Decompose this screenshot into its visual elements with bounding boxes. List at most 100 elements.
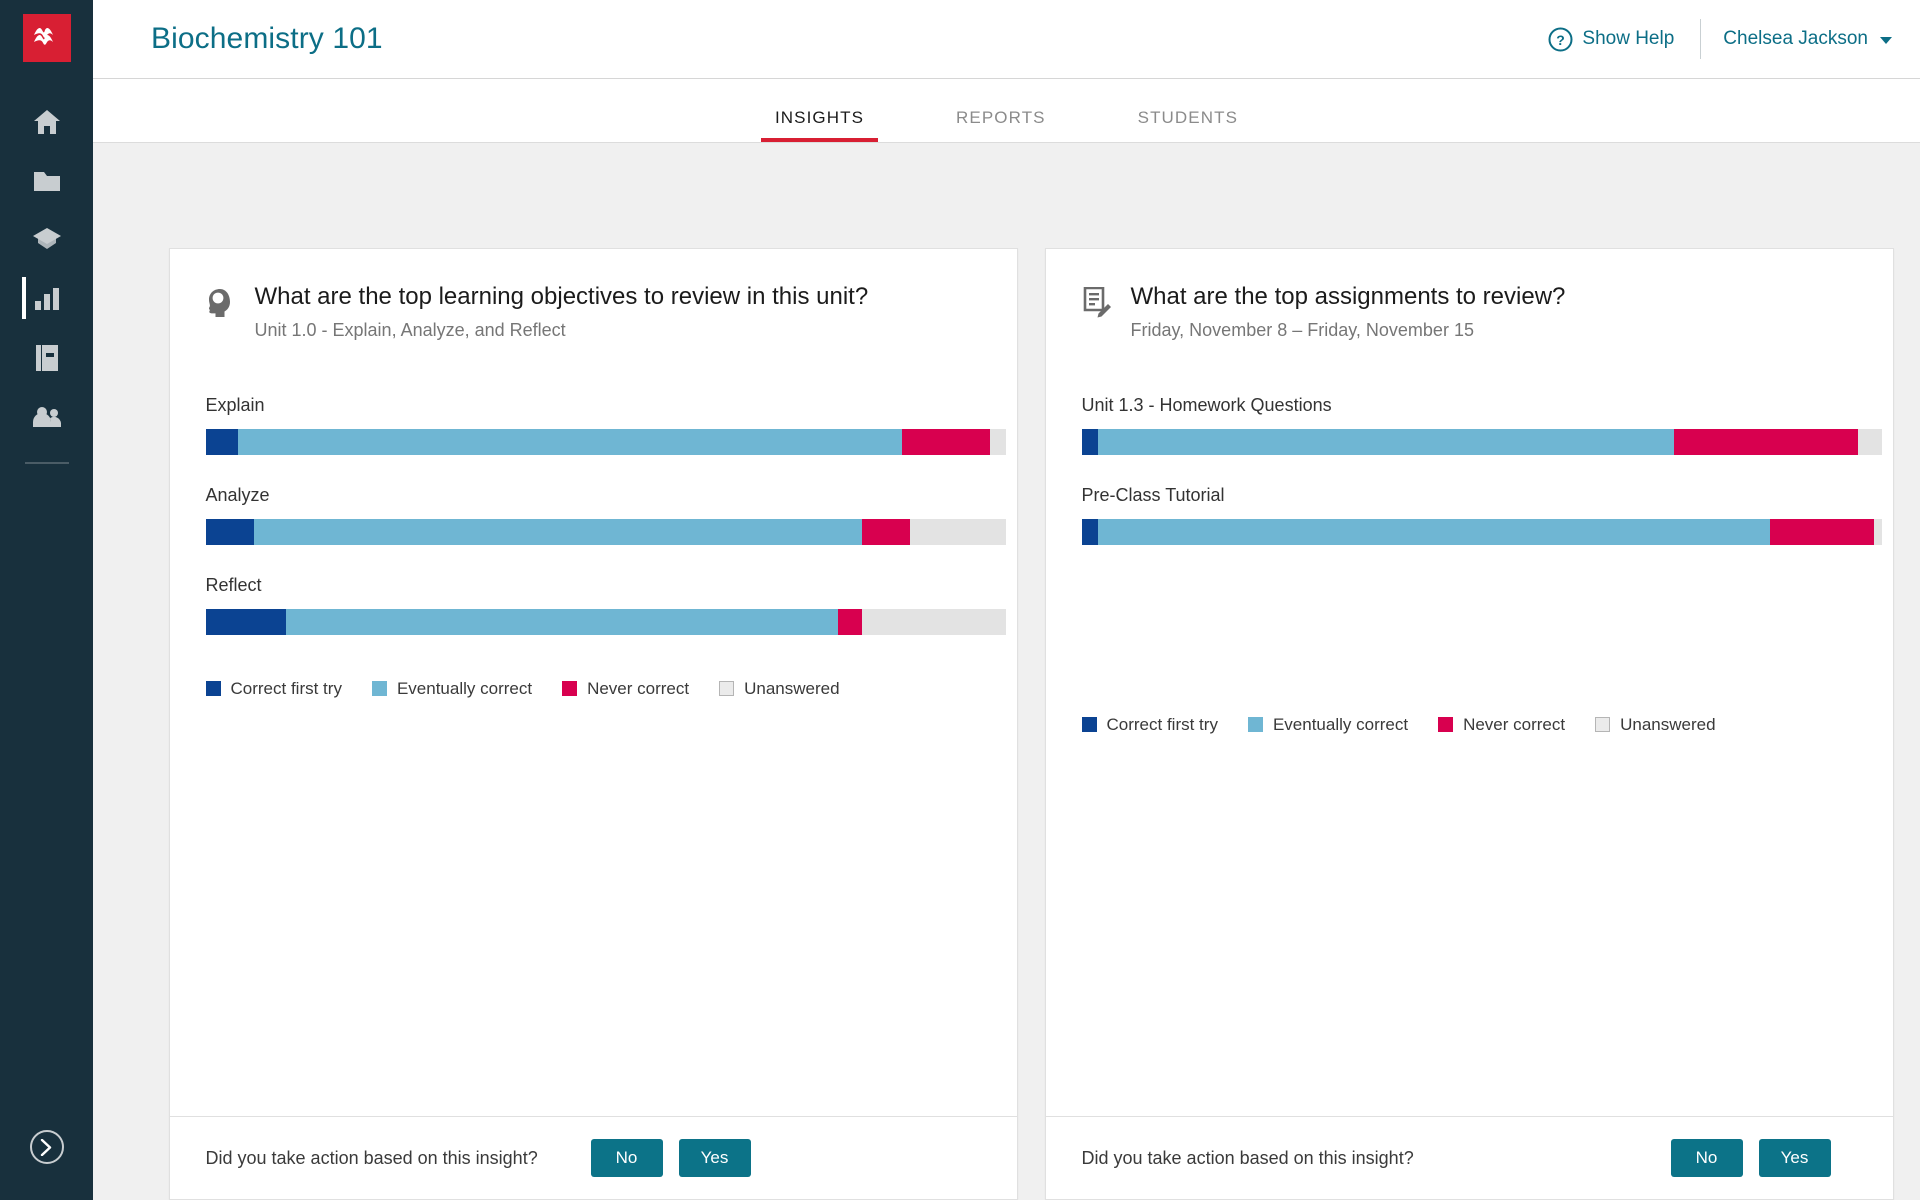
card-title: What are the top learning objectives to … bbox=[254, 283, 869, 310]
segment-never-correct bbox=[861, 518, 910, 545]
card-title: What are the top assignments to review? bbox=[1130, 283, 1566, 310]
legend-item-eventually-correct: Eventually correct bbox=[1247, 714, 1409, 735]
show-help-label: Show Help bbox=[1582, 28, 1675, 49]
legend-label: Eventually correct bbox=[1272, 714, 1409, 734]
legend-swatch-correct-first-try bbox=[205, 681, 221, 697]
action-yes-button[interactable]: Yes bbox=[1758, 1139, 1831, 1177]
bar-chart-icon bbox=[34, 287, 60, 311]
tab-insights[interactable]: INSIGHTS bbox=[760, 108, 879, 142]
legend-item-unanswered: Unanswered bbox=[1595, 714, 1716, 735]
stacked-bar[interactable] bbox=[205, 608, 1006, 635]
top-bar: Biochemistry 101 ? Show Help Chelsea Jac… bbox=[93, 0, 1920, 79]
action-prompt: Did you take action based on this insigh… bbox=[205, 1147, 538, 1168]
card-subtitle: Friday, November 8 – Friday, November 15 bbox=[1130, 319, 1474, 340]
legend-item-never-correct: Never correct bbox=[1438, 715, 1565, 735]
logo-container bbox=[0, 0, 93, 62]
legend-label: Correct first try bbox=[1106, 714, 1218, 734]
card-body: What are the top learning objectives to … bbox=[170, 249, 1017, 1116]
legend-swatch-never-correct bbox=[1438, 717, 1454, 733]
segment-correct-first-try bbox=[205, 518, 254, 545]
tab-bar: INSIGHTS REPORTS STUDENTS bbox=[93, 79, 1920, 143]
stacked-bar[interactable] bbox=[1081, 518, 1882, 545]
sidebar-item-home[interactable] bbox=[0, 92, 93, 151]
insight-cards: What are the top learning objectives to … bbox=[117, 248, 1897, 1200]
card-header: What are the top assignments to review? … bbox=[1082, 283, 1857, 341]
sidebar-item-ebook[interactable] bbox=[0, 328, 93, 387]
user-menu[interactable]: Chelsea Jackson bbox=[1723, 28, 1892, 50]
app-root: Biochemistry 101 ? Show Help Chelsea Jac… bbox=[0, 0, 1920, 1200]
segment-correct-first-try bbox=[1081, 518, 1098, 545]
legend-swatch-eventually-correct bbox=[371, 681, 387, 697]
sidebar-item-gradebook[interactable] bbox=[0, 210, 93, 269]
user-name: Chelsea Jackson bbox=[1723, 28, 1868, 49]
stacked-bar[interactable] bbox=[1081, 428, 1882, 455]
svg-text:?: ? bbox=[1557, 32, 1566, 48]
segment-never-correct bbox=[1769, 518, 1874, 545]
bar-group: Explain bbox=[205, 394, 1006, 455]
caret-down-icon bbox=[1880, 37, 1892, 44]
folder-icon bbox=[33, 169, 61, 193]
card-footer: Did you take action based on this insigh… bbox=[1045, 1116, 1893, 1199]
main-area: Biochemistry 101 ? Show Help Chelsea Jac… bbox=[93, 0, 1920, 1200]
card-heading-text: What are the top assignments to review? … bbox=[1131, 283, 1566, 341]
bar-label: Pre-Class Tutorial bbox=[1081, 484, 1225, 505]
question-circle-icon: ? bbox=[1548, 27, 1573, 52]
segment-unanswered bbox=[861, 608, 1006, 635]
action-no-button[interactable]: No bbox=[590, 1139, 663, 1177]
segment-never-correct bbox=[1673, 428, 1858, 455]
legend-swatch-correct-first-try bbox=[1081, 717, 1097, 733]
segment-unanswered bbox=[1873, 518, 1882, 545]
head-idea-icon bbox=[206, 283, 236, 317]
card-footer: Did you take action based on this insigh… bbox=[169, 1116, 1017, 1199]
top-bar-divider bbox=[1700, 19, 1702, 59]
tab-reports[interactable]: REPORTS bbox=[942, 108, 1060, 142]
bar-group: Reflect bbox=[205, 574, 1006, 635]
document-edit-icon bbox=[1082, 283, 1112, 318]
sidebar-expand-button[interactable] bbox=[0, 1130, 93, 1164]
stacked-bar[interactable] bbox=[205, 428, 1006, 455]
bar-label: Analyze bbox=[205, 484, 270, 505]
bar-group: Analyze bbox=[205, 484, 1006, 545]
sidebar-item-insights[interactable] bbox=[0, 269, 93, 328]
segment-eventually-correct bbox=[253, 518, 862, 545]
people-icon bbox=[32, 406, 62, 428]
bar-group: Pre-Class Tutorial bbox=[1081, 484, 1882, 545]
segment-eventually-correct bbox=[1097, 518, 1770, 545]
bar-label: Reflect bbox=[205, 574, 262, 595]
sidebar-item-class[interactable] bbox=[0, 387, 93, 446]
action-no-button[interactable]: No bbox=[1670, 1139, 1743, 1177]
tab-students[interactable]: STUDENTS bbox=[1124, 108, 1252, 142]
action-buttons: No Yes bbox=[590, 1139, 751, 1177]
bar-label: Explain bbox=[205, 394, 265, 415]
legend-item-correct-first-try: Correct first try bbox=[205, 679, 342, 699]
chevron-right-circle-icon bbox=[29, 1130, 64, 1164]
legend-item-never-correct: Never correct bbox=[562, 679, 689, 699]
segment-correct-first-try bbox=[1081, 428, 1098, 455]
top-bar-right: ? Show Help Chelsea Jackson bbox=[1548, 19, 1892, 59]
legend-label: Unanswered bbox=[744, 678, 840, 698]
chart-legend: Correct first try Eventually correct Nev… bbox=[205, 678, 981, 733]
content-area: What are the top learning objectives to … bbox=[93, 143, 1920, 1200]
legend-swatch-unanswered bbox=[1595, 717, 1611, 733]
home-icon bbox=[33, 109, 61, 135]
legend-label: Never correct bbox=[587, 678, 690, 698]
segment-unanswered bbox=[1857, 428, 1882, 455]
segment-correct-first-try bbox=[205, 608, 286, 635]
segment-eventually-correct bbox=[285, 608, 838, 635]
segment-eventually-correct bbox=[237, 428, 902, 455]
stacked-bar-chart-assignments: Unit 1.3 - Homework Questions Pre-Class … bbox=[1081, 395, 1882, 671]
segment-correct-first-try bbox=[205, 428, 238, 455]
stacked-bar[interactable] bbox=[205, 518, 1006, 545]
legend-label: Unanswered bbox=[1620, 714, 1716, 734]
page-title: Biochemistry 101 bbox=[151, 22, 383, 55]
sidebar-item-resources[interactable] bbox=[0, 151, 93, 210]
macmillan-logo[interactable] bbox=[22, 14, 71, 62]
chart-spacer bbox=[1082, 575, 1857, 671]
insight-card-assignments: What are the top assignments to review? … bbox=[1044, 248, 1894, 1200]
action-yes-button[interactable]: Yes bbox=[678, 1139, 751, 1177]
show-help-button[interactable]: ? Show Help bbox=[1548, 27, 1674, 52]
sidebar-nav bbox=[0, 92, 93, 464]
legend-item-unanswered: Unanswered bbox=[719, 678, 840, 699]
card-subtitle: Unit 1.0 - Explain, Analyze, and Reflect bbox=[254, 319, 566, 340]
card-heading-text: What are the top learning objectives to … bbox=[255, 283, 869, 341]
